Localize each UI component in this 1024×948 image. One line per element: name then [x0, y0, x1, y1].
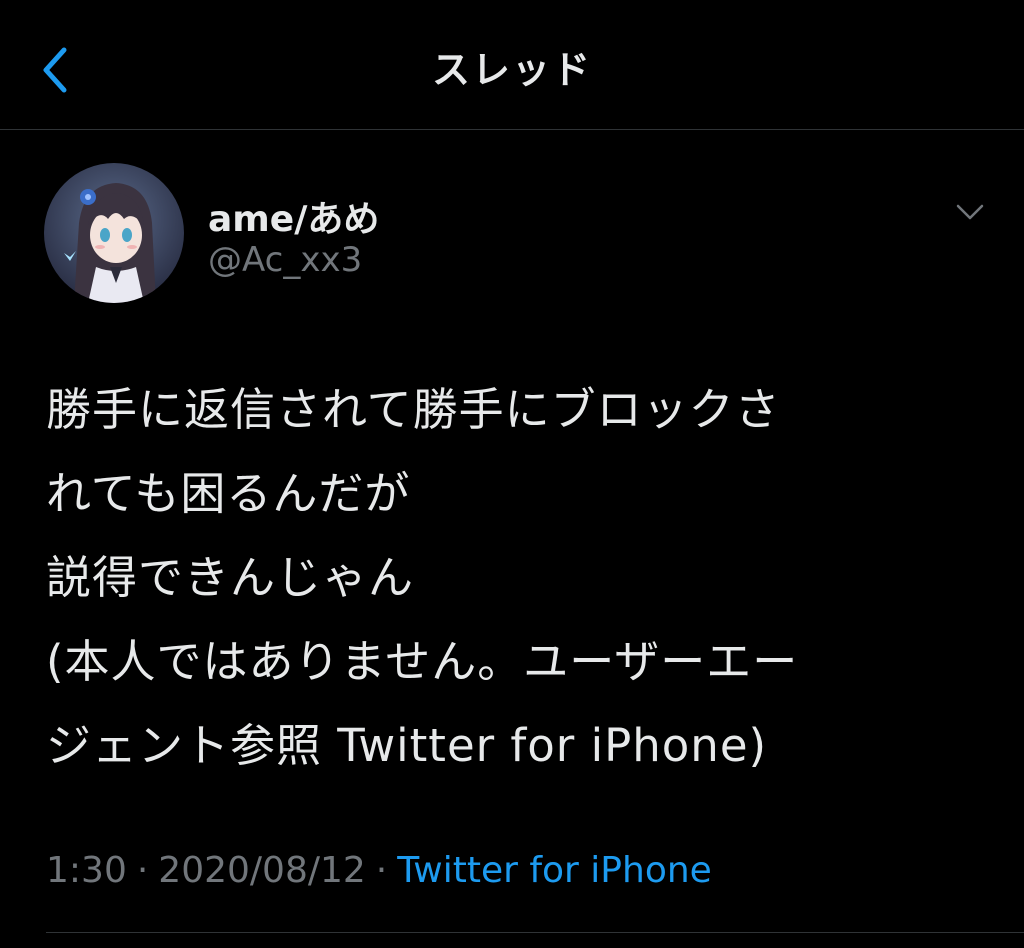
tweet-text-line: れても困るんだが [46, 467, 411, 520]
thread-header: スレッド [0, 0, 1024, 130]
tweet-text-line: ジェント参照 Twitter for iPhone) [46, 719, 768, 772]
avatar-image [44, 163, 184, 303]
tweet-menu-button[interactable] [950, 195, 990, 229]
tweet-text-line: (本人ではありません。ユーザーエー [46, 635, 799, 688]
avatar[interactable] [44, 163, 184, 303]
tweet-time: 1:30 [46, 850, 127, 891]
tweet-date: 2020/08/12 [158, 850, 366, 891]
divider [46, 932, 1024, 933]
author-name[interactable]: ame/あめ [208, 190, 379, 242]
tweet-text: 勝手に返信されて勝手にブロックさ れても困るんだが 説得できんじゃん (本人では… [46, 368, 986, 788]
tweet-source-link[interactable]: Twitter for iPhone [397, 850, 712, 891]
author-handle[interactable]: @Ac_xx3 [208, 240, 362, 280]
tweet-text-line: 勝手に返信されて勝手にブロックさ [46, 383, 781, 436]
chevron-down-icon [956, 204, 984, 220]
tweet-text-line: 説得できんじゃん [46, 551, 415, 604]
meta-separator: · [375, 850, 388, 891]
meta-separator: · [136, 850, 149, 891]
page-title: スレッド [431, 48, 592, 92]
tweet-metadata: 1:30 · 2020/08/12 · Twitter for iPhone [46, 850, 712, 891]
